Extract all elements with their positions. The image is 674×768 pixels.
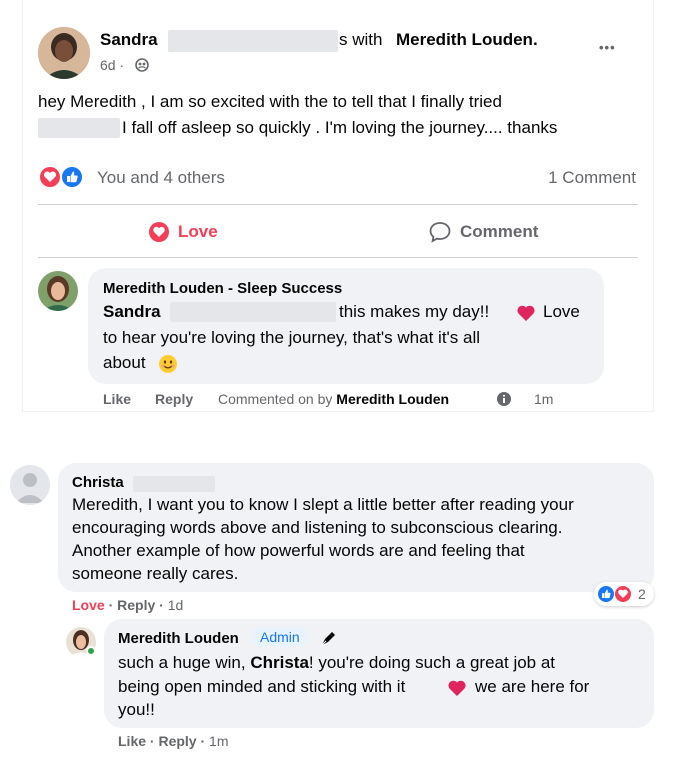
admin-badge[interactable]: Admin bbox=[254, 628, 306, 646]
love-button[interactable]: Love bbox=[148, 219, 218, 245]
comment-icon bbox=[428, 220, 452, 244]
redacted-name bbox=[168, 30, 338, 52]
heart-emoji-icon bbox=[516, 303, 536, 323]
info-icon[interactable] bbox=[496, 391, 512, 407]
mention-link[interactable]: Christa bbox=[250, 653, 309, 672]
commented-on-by: Commented on by Meredith Louden bbox=[218, 391, 450, 407]
reply-text: being open minded and sticking with it bbox=[118, 677, 406, 696]
comment-text: Meredith, I want you to know I slept a l… bbox=[72, 495, 574, 514]
reply-actions: Like · Reply · 1m bbox=[118, 733, 229, 749]
redacted-text bbox=[38, 118, 120, 138]
comment-text: Love bbox=[543, 302, 580, 321]
author-avatar[interactable] bbox=[38, 27, 90, 79]
reply-link[interactable]: Reply bbox=[158, 733, 196, 749]
reply-link[interactable]: Reply bbox=[117, 597, 155, 613]
love-link[interactable]: Love bbox=[72, 597, 105, 613]
comment-text: about bbox=[103, 353, 146, 372]
reactions-summary[interactable]: You and 4 others bbox=[97, 168, 225, 188]
online-status-dot bbox=[86, 646, 96, 656]
love-button-label: Love bbox=[178, 222, 218, 241]
post-time[interactable]: 6d · bbox=[100, 57, 124, 73]
comment-text: this makes my day!! bbox=[339, 302, 490, 321]
redacted-name bbox=[133, 476, 215, 492]
comment-text: someone really cares. bbox=[72, 564, 239, 583]
tagged-name[interactable]: Meredith Louden. bbox=[396, 30, 538, 50]
comment-author[interactable]: Meredith Louden - Sleep Success bbox=[103, 280, 342, 297]
post-author-name[interactable]: Sandra bbox=[100, 30, 158, 50]
mention-link[interactable]: Sandra bbox=[103, 302, 161, 322]
reply-text: you!! bbox=[118, 700, 155, 719]
reply-text: such a huge win, Christa! you're doing s… bbox=[118, 653, 556, 672]
comment-actions: Love · Reply · 1d bbox=[72, 597, 184, 613]
heart-emoji-icon bbox=[447, 678, 467, 698]
redacted-name bbox=[170, 302, 336, 322]
friends-audience-icon[interactable] bbox=[135, 58, 149, 72]
reply-time[interactable]: 1m bbox=[209, 733, 228, 749]
reply-text: we are here for bbox=[475, 677, 590, 696]
like-link[interactable]: Like bbox=[118, 733, 146, 749]
like-reaction-icon[interactable] bbox=[60, 165, 84, 189]
post-body-line1: hey Meredith , I am so excited with the … bbox=[38, 92, 502, 111]
love-icon bbox=[148, 221, 170, 243]
like-reaction-icon bbox=[597, 585, 615, 603]
comments-count[interactable]: 1 Comment bbox=[548, 168, 636, 188]
love-reaction-icon[interactable] bbox=[38, 165, 62, 189]
love-reaction-icon bbox=[614, 585, 632, 603]
comment-text: Another example of how powerful words ar… bbox=[72, 541, 525, 560]
divider bbox=[38, 204, 638, 205]
reply-link[interactable]: Reply bbox=[155, 391, 193, 407]
with-text: s with bbox=[339, 30, 383, 49]
pen-icon[interactable] bbox=[318, 629, 338, 649]
like-link[interactable]: Like bbox=[103, 391, 131, 407]
comment-text: to hear you're loving the journey, that'… bbox=[103, 328, 481, 347]
post-body-line2: I fall off asleep so quickly . I'm lovin… bbox=[122, 118, 558, 137]
commenter-avatar[interactable] bbox=[38, 271, 78, 311]
smile-emoji-icon bbox=[158, 354, 178, 374]
comment-author[interactable]: Christa bbox=[72, 474, 124, 491]
comment-time[interactable]: 1m bbox=[534, 391, 553, 407]
reply-author[interactable]: Meredith Louden bbox=[118, 630, 239, 647]
comment-text: encouraging words above and listening to… bbox=[72, 518, 563, 537]
divider bbox=[38, 257, 638, 258]
reaction-count: 2 bbox=[638, 586, 646, 602]
comment-button-label: Comment bbox=[460, 222, 539, 241]
comment-button[interactable]: Comment bbox=[428, 219, 538, 245]
default-avatar-icon[interactable] bbox=[10, 465, 50, 505]
comment-time[interactable]: 1d bbox=[168, 597, 184, 613]
more-options-icon[interactable]: ••• bbox=[599, 40, 616, 55]
